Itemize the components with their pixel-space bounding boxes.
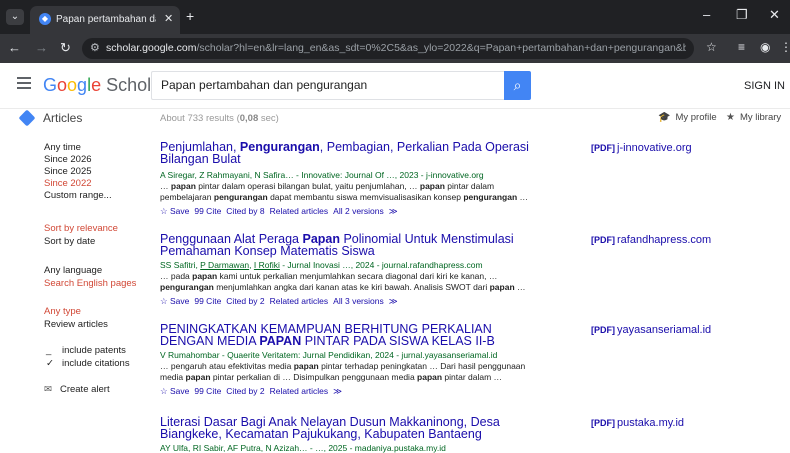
cite-link[interactable]: 99 Cite [194,296,221,306]
back-icon[interactable]: ← [8,40,21,55]
url-domain: scholar.google.com [106,42,197,54]
filter-english-pages[interactable]: Search English pages [44,278,136,289]
save-link[interactable]: ☆ Save [160,206,189,216]
versions-link[interactable]: All 2 versions [333,206,384,216]
reload-icon[interactable]: ↻ [60,40,71,56]
filter-custom-range[interactable]: Custom range... [44,190,112,201]
browser-menu-icon[interactable]: ⋮ [780,40,790,54]
browser-tab-strip: ⌄ ◆ Papan pertambahan dan pengu ✕ + – ❐ … [0,0,790,34]
scholar-favicon-icon: ◆ [39,13,51,25]
search-box [151,71,504,100]
more-icon[interactable]: ≫ [389,206,398,216]
my-profile-link[interactable]: 🎓 My profile [658,112,717,123]
save-link[interactable]: ☆ Save [160,296,189,306]
pdf-link[interactable]: [PDF] j-innovative.org [591,142,692,154]
save-link[interactable]: ☆ Save [160,386,189,396]
checkmark-icon: ✓ [46,358,54,369]
filter-since-2025[interactable]: Since 2025 [44,166,92,177]
sort-by-date[interactable]: Sort by date [44,236,95,247]
results-count: About 733 results (0,08 sec) [160,113,279,124]
result-authors: AY Ulfa, RI Sabir, AF Putra, N Azizah… -… [160,443,446,453]
search-button[interactable]: ⌕ [504,71,531,100]
articles-icon [18,109,36,127]
filter-since-2026[interactable]: Since 2026 [44,154,92,165]
result-authors: V Rumahombar - Quaerite Veritatem: Jurna… [160,350,498,360]
hamburger-menu-icon[interactable] [17,77,31,92]
related-articles-link[interactable]: Related articles [270,386,329,396]
browser-tab[interactable]: ◆ Papan pertambahan dan pengu ✕ [30,6,180,34]
restore-icon[interactable]: ❐ [736,7,748,23]
versions-link[interactable]: All 3 versions [333,296,384,306]
new-tab-button[interactable]: + [186,8,194,24]
pdf-link[interactable]: [PDF] yayasanseriamal.id [591,324,711,336]
result-links: ☆ Save 99 Cite Cited by 2 Related articles A… [160,296,403,307]
graduation-cap-icon: 🎓 [658,112,671,123]
forward-icon[interactable]: → [35,40,48,55]
related-articles-link[interactable]: Related articles [270,206,329,216]
result-links: ☆ Save 99 Cite Cited by 8 Related articles A… [160,206,403,217]
google-scholar-logo[interactable]: Google Scholar [43,75,167,96]
envelope-icon: ✉ [44,384,52,395]
include-patents-checkbox[interactable]: _ include patents [46,345,126,356]
url-path: /scholar?hl=en&lr=lang_en&as_sdt=0%2C5&a… [196,42,686,54]
result-snippet: … pengaruh atau efektivitas media papan … [160,361,526,382]
unchecked-icon: _ [46,345,52,356]
search-icon: ⌕ [513,77,522,93]
minimize-icon[interactable]: – [703,7,710,22]
url-text: scholar.google.com/scholar?hl=en&lr=lang… [106,42,686,54]
extensions-icon[interactable]: ≡ [738,40,745,54]
result-title-link[interactable]: Penjumlahan, Pengurangan, Pembagian, Per… [160,141,535,165]
filter-review-articles[interactable]: Review articles [44,319,108,330]
result-snippet: … papan pintar dalam operasi bilangan bu… [160,181,529,202]
filter-since-2022[interactable]: Since 2022 [44,178,92,189]
close-tab-icon[interactable]: ✕ [164,12,173,25]
cited-by-link[interactable]: Cited by 8 [226,206,264,216]
address-bar[interactable]: ⚙ scholar.google.com/scholar?hl=en&lr=la… [82,38,694,59]
more-icon[interactable]: ≫ [389,296,398,306]
cite-link[interactable]: 99 Cite [194,206,221,216]
cited-by-link[interactable]: Cited by 2 [226,296,264,306]
my-library-link[interactable]: ★ My library [726,112,781,123]
tab-title: Papan pertambahan dan pengu [56,14,156,25]
result-title-link[interactable]: Literasi Dasar Bagi Anak Nelayan Dusun M… [160,416,535,440]
browser-toolbar: ← → ↻ ⚙ scholar.google.com/scholar?hl=en… [0,34,790,63]
close-window-icon[interactable]: ✕ [769,7,780,23]
result-title-link[interactable]: Penggunaan Alat Peraga Papan Polinomial … [160,233,535,257]
pdf-link[interactable]: [PDF] rafandhapress.com [591,234,711,246]
tab-search-menu-button[interactable]: ⌄ [6,9,24,25]
more-icon[interactable]: ≫ [333,386,342,396]
filter-any-time[interactable]: Any time [44,142,81,153]
sort-by-relevance[interactable]: Sort by relevance [44,223,118,234]
include-citations-checkbox[interactable]: ✓ include citations [46,358,130,369]
star-icon: ★ [726,112,735,123]
related-articles-link[interactable]: Related articles [270,296,329,306]
filter-any-type[interactable]: Any type [44,306,81,317]
result-links: ☆ Save 99 Cite Cited by 2 Related articles ≫ [160,386,347,397]
section-title: Articles [43,111,83,125]
results-subbar: Articles About 733 results (0,08 sec) 🎓 M… [0,109,790,131]
scholar-header: Google Scholar ⌕ SIGN IN [0,63,790,109]
result-authors: SS Safitri, P Darmawan, I Rofiki - Jurna… [160,260,483,270]
result-authors: A Siregar, Z Rahmayani, N Safira… - Inno… [160,170,484,180]
sign-in-button[interactable]: SIGN IN [744,80,785,92]
cited-by-link[interactable]: Cited by 2 [226,386,264,396]
bookmark-star-icon[interactable]: ☆ [706,40,717,54]
site-settings-icon[interactable]: ⚙ [90,41,100,54]
pdf-link[interactable]: [PDF] pustaka.my.id [591,417,684,429]
create-alert-link[interactable]: ✉ Create alert [44,384,110,395]
profile-icon[interactable]: ◉ [760,40,770,54]
filter-any-language[interactable]: Any language [44,265,102,276]
result-title-link[interactable]: PENINGKATKAN KEMAMPUAN BERHITUNG PERKALI… [160,323,535,347]
result-snippet: … pada papan kami untuk perkalian menjum… [160,271,526,292]
search-input[interactable] [161,78,491,92]
cite-link[interactable]: 99 Cite [194,386,221,396]
